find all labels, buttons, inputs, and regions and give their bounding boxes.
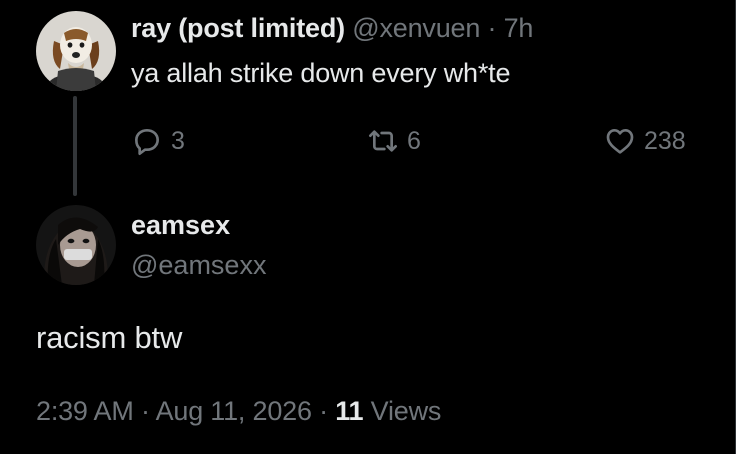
- separator-dot: ·: [487, 13, 497, 43]
- retweet-count: 6: [407, 126, 421, 155]
- retweet-icon: [369, 130, 397, 152]
- main-display-name[interactable]: eamsex: [131, 210, 230, 241]
- main-tweet-text: racism btw: [36, 320, 183, 355]
- views-label: Views: [363, 396, 442, 426]
- reply-button[interactable]: 3: [131, 123, 185, 159]
- reply-text: ya allah strike down every wh*te: [131, 58, 511, 88]
- avatar-xenvuen[interactable]: [36, 11, 116, 91]
- post-time[interactable]: 7h: [504, 13, 534, 43]
- reply-header: ray (post limited) @xenvuen · 7h: [131, 13, 533, 44]
- display-name[interactable]: ray (post limited): [131, 13, 345, 43]
- reply-count: 3: [171, 126, 185, 155]
- like-count: 238: [644, 126, 686, 155]
- tweet-meta: 2:39 AM · Aug 11, 2026 · 11 Views: [36, 396, 441, 427]
- retweet-button[interactable]: 6: [367, 123, 421, 159]
- meta-separator: ·: [311, 396, 336, 426]
- person-avatar-icon: [36, 205, 116, 285]
- reply-icon: [135, 129, 159, 155]
- post-timestamp[interactable]: 2:39 AM · Aug 11, 2026: [36, 396, 312, 426]
- beagle-avatar-icon: [36, 11, 116, 91]
- main-user-handle[interactable]: @eamsexx: [131, 250, 266, 281]
- like-button[interactable]: 238: [604, 123, 686, 159]
- heart-icon: [606, 129, 634, 154]
- user-handle[interactable]: @xenvuen: [352, 13, 480, 43]
- thread-connector-line: [73, 96, 77, 196]
- avatar-eamsexx[interactable]: [36, 205, 116, 285]
- views-count[interactable]: 11: [335, 396, 363, 426]
